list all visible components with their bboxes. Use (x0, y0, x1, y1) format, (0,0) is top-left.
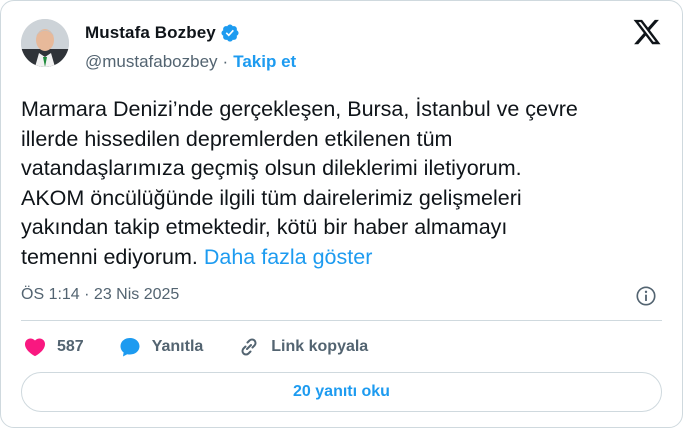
tweet-body: Marmara Denizi’nde gerçekleşen, Bursa, İ… (21, 97, 578, 269)
separator-dot: · (222, 52, 229, 71)
copy-link-label: Link kopyala (271, 338, 369, 355)
reply-bubble-icon (120, 338, 140, 357)
author-handle[interactable]: @mustafabozbey (85, 52, 218, 72)
heart-icon (24, 338, 46, 357)
reply-label: Yanıtla (151, 338, 204, 355)
like-button[interactable]: 587 (23, 335, 84, 359)
tweet-card: Mustafa Bozbey @mustafabozbey · Takip et… (0, 0, 683, 428)
follow-button[interactable]: Takip et (233, 52, 296, 72)
tweet-timestamp[interactable]: ÖS 1:14 · 23 Nis 2025 (21, 286, 179, 304)
author-name[interactable]: Mustafa Bozbey (85, 23, 216, 43)
link-icon (241, 338, 257, 356)
like-count: 587 (57, 338, 84, 355)
author-handle-row: @mustafabozbey · Takip et (85, 52, 296, 72)
author-name-row: Mustafa Bozbey (85, 23, 240, 43)
x-logo-icon[interactable] (632, 17, 662, 47)
read-replies-label: 20 yanıtı oku (293, 383, 390, 400)
action-bar: 587 Yanıtla Link kopyala (23, 335, 402, 359)
copy-link-button[interactable]: Link kopyala (237, 335, 368, 359)
info-icon[interactable] (635, 285, 657, 307)
tweet-text: Marmara Denizi’nde gerçekleşen, Bursa, İ… (21, 95, 651, 272)
read-replies-button[interactable]: 20 yanıtı oku (21, 372, 662, 412)
verified-badge-icon (221, 24, 239, 42)
divider (21, 320, 662, 321)
avatar[interactable] (21, 19, 69, 67)
reply-button[interactable]: Yanıtla (118, 335, 204, 359)
show-more-link[interactable]: Daha fazla göster (204, 245, 373, 269)
